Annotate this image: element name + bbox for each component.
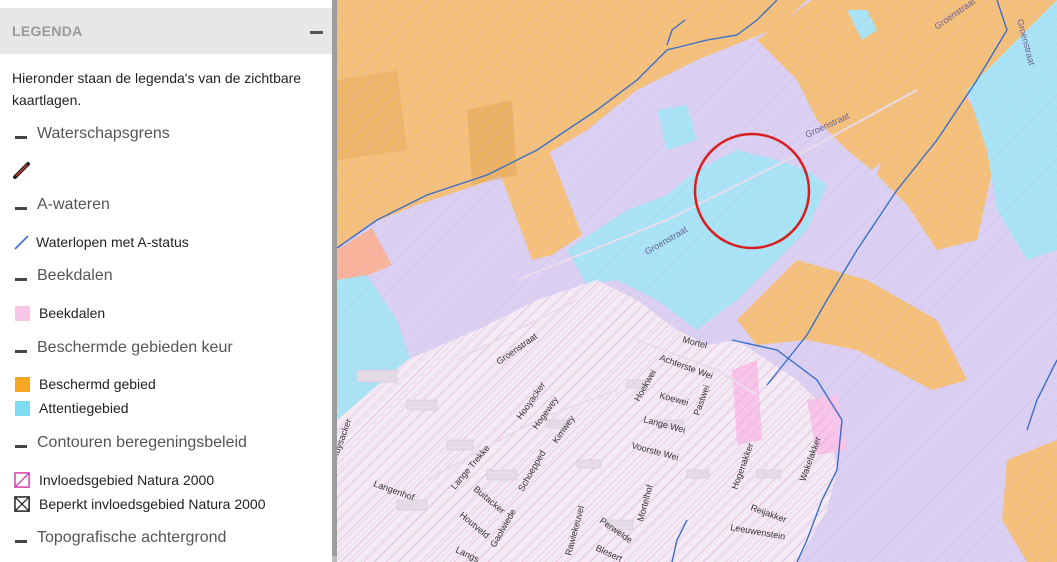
legend-group-topografie[interactable]: Topografische achtergrond xyxy=(12,526,226,550)
legend-item-label: Waterlopen met A-status xyxy=(36,234,189,250)
legend-list: Waterschapsgrens A-wateren Waterlopen me… xyxy=(0,0,333,562)
legend-item-label: Attentiegebied xyxy=(39,400,129,416)
legend-item-label: Beschermd gebied xyxy=(39,376,156,392)
legend-item-label: Beekdalen xyxy=(39,305,106,321)
legend-group-label: A-wateren xyxy=(37,196,110,213)
cyan-fill-swatch xyxy=(15,400,30,416)
hatched-pink-swatch-icon xyxy=(14,471,30,488)
collapse-dash-icon xyxy=(15,207,27,210)
legend-group-contouren[interactable]: Contouren beregeningsbeleid xyxy=(12,431,247,455)
orange-fill-swatch xyxy=(15,376,30,392)
collapse-dash-icon xyxy=(15,350,27,353)
legend-group-waterschapsgrens[interactable]: Waterschapsgrens xyxy=(12,122,170,146)
legend-group-beschermde-gebieden[interactable]: Beschermde gebieden keur xyxy=(12,336,233,360)
pink-fill-swatch xyxy=(15,305,30,321)
legend-group-label: Waterschapsgrens xyxy=(37,125,170,142)
legend-group-label: Contouren beregeningsbeleid xyxy=(37,434,247,451)
legend-group-label: Beekdalen xyxy=(37,267,113,284)
collapse-dash-icon xyxy=(15,445,27,448)
collapse-dash-icon xyxy=(15,136,27,139)
legend-group-a-wateren[interactable]: A-wateren xyxy=(12,193,110,217)
map-viewer[interactable]: Groenstraat Groenstraat Groenstraat Groe… xyxy=(337,0,1057,562)
waterway-line-icon xyxy=(14,235,29,250)
collapse-dash-icon xyxy=(15,540,27,543)
map-canvas[interactable]: Groenstraat Groenstraat Groenstraat Groe… xyxy=(337,0,1057,562)
collapse-dash-icon xyxy=(15,278,27,281)
hatched-black-swatch-icon xyxy=(14,495,30,512)
legend-item-beschermd-gebied: Beschermd gebied xyxy=(12,372,156,396)
legend-item-label: Invloedsgebied Natura 2000 xyxy=(39,472,215,488)
legend-item-waterlopen: Waterlopen met A-status xyxy=(12,230,189,254)
legend-group-beekdalen[interactable]: Beekdalen xyxy=(12,264,113,288)
legend-item-beekdalen: Beekdalen xyxy=(12,301,105,325)
legend-item-label: Beperkt invloedsgebied Natura 2000 xyxy=(39,496,266,512)
boundary-line-icon xyxy=(13,162,30,179)
legend-item-invloedsgebied: Invloedsgebied Natura 2000 xyxy=(12,468,214,492)
legend-group-label: Beschermde gebieden keur xyxy=(37,339,233,356)
legend-item-attentiegebied: Attentiegebied xyxy=(12,396,129,420)
legend-panel: LEGENDA Hieronder staan de legenda's van… xyxy=(0,0,333,562)
legend-group-label: Topografische achtergrond xyxy=(37,529,227,546)
legend-item-beperkt-invloedsgebied: Beperkt invloedsgebied Natura 2000 xyxy=(12,492,266,516)
legend-item-boundary xyxy=(12,158,38,182)
